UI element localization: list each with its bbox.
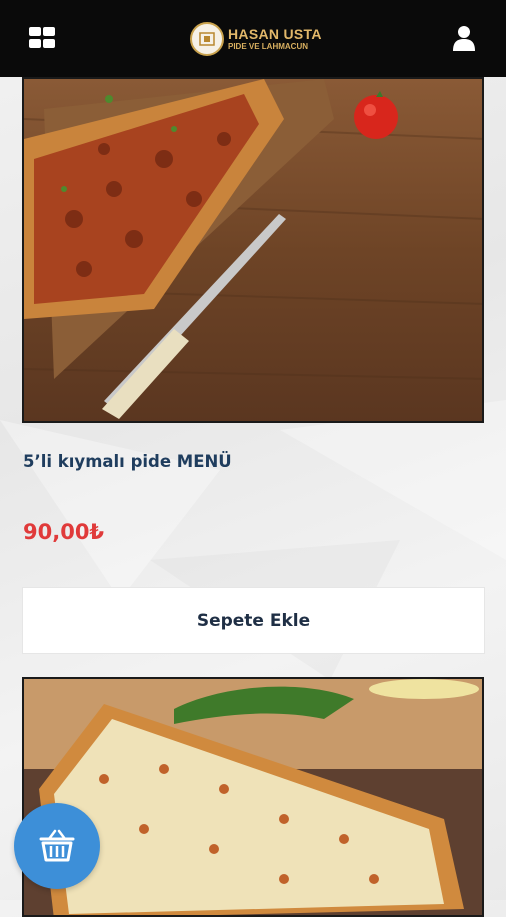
- user-icon[interactable]: [452, 25, 476, 51]
- logo-emblem-icon: [190, 22, 224, 56]
- kiymali-pide-photo: [24, 79, 482, 421]
- brand-logo[interactable]: HASAN USTA PIDE VE LAHMACUN: [190, 20, 322, 58]
- grid-icon[interactable]: [29, 27, 56, 49]
- top-bar: HASAN USTA PIDE VE LAHMACUN: [0, 0, 506, 77]
- product-price: 90,00₺: [23, 520, 105, 544]
- product-name[interactable]: 5’li kıymalı pide MENÜ: [23, 452, 232, 471]
- logo-title: HASAN USTA: [228, 26, 322, 42]
- basket-icon: [39, 829, 75, 862]
- cart-button[interactable]: [14, 803, 100, 889]
- logo-subtitle: PIDE VE LAHMACUN: [228, 42, 309, 51]
- product-image[interactable]: [22, 77, 484, 423]
- kasarli-pide-photo: [24, 679, 482, 915]
- add-to-cart-button[interactable]: Sepete Ekle: [22, 587, 485, 654]
- product-image[interactable]: [22, 677, 484, 917]
